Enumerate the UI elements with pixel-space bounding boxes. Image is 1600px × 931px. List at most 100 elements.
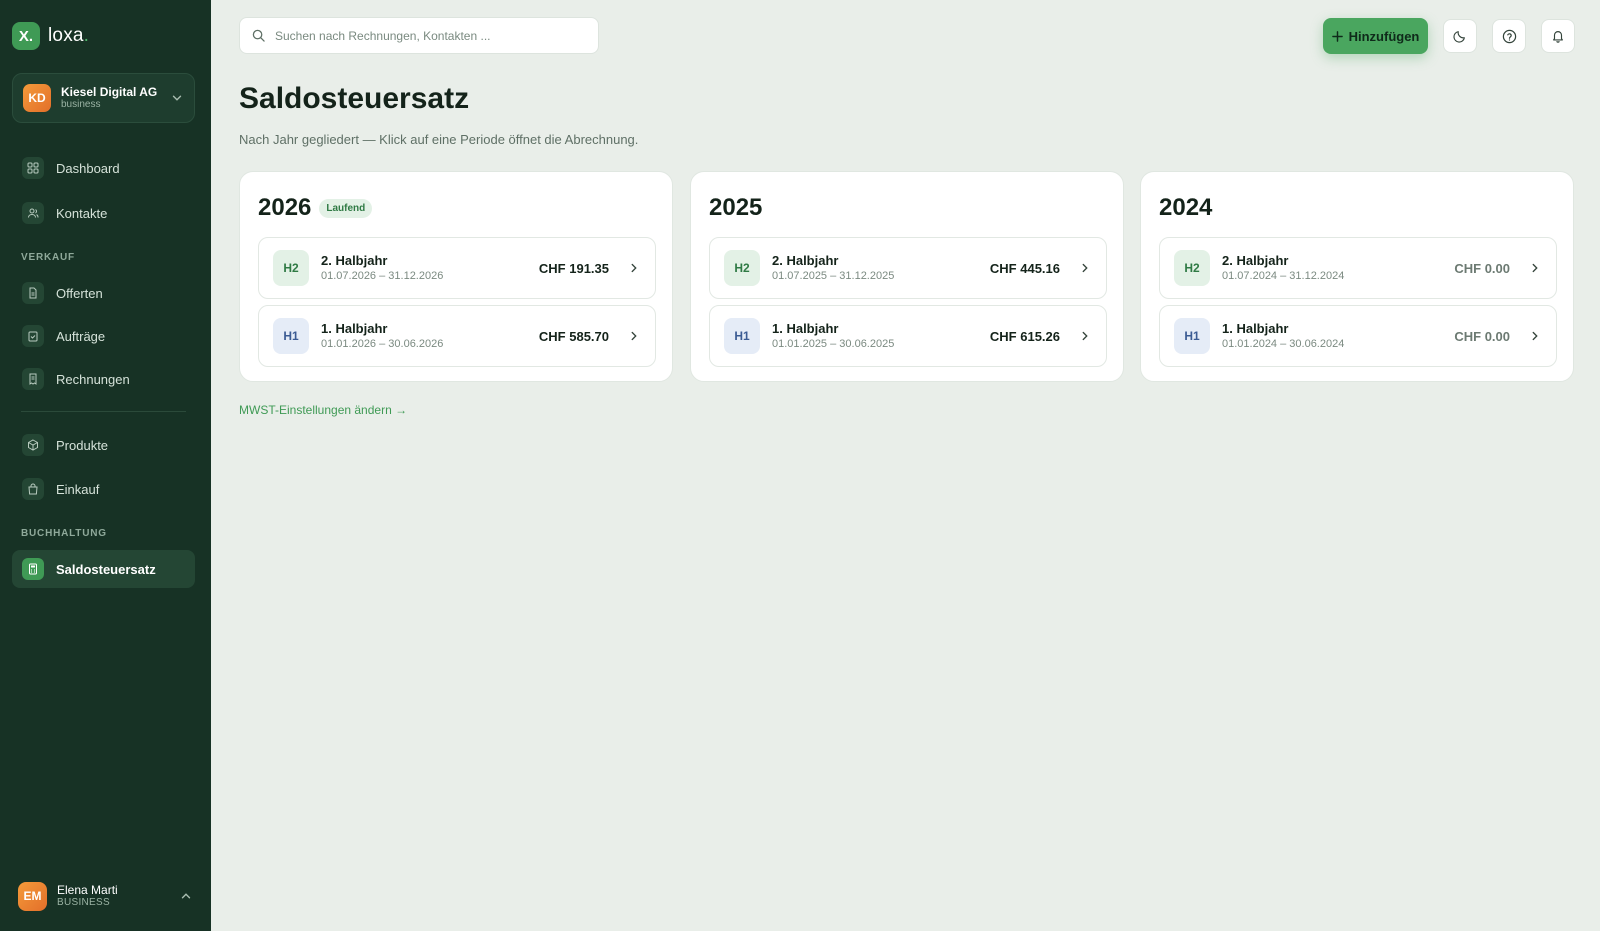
user-name: Elena Marti — [57, 882, 118, 897]
brand[interactable]: X. loxa. — [12, 22, 89, 50]
nav-item-dashboard[interactable]: Dashboard — [12, 149, 195, 187]
sidebar: X. loxa. KD Kiesel Digital AG business D… — [0, 0, 211, 931]
search-input[interactable] — [275, 28, 586, 43]
help-icon — [1502, 29, 1516, 43]
receipt-icon — [22, 368, 44, 390]
section-label-verkauf: VERKAUF — [21, 252, 75, 263]
period-range: 01.01.2025 – 30.06.2025 — [772, 338, 895, 351]
shopping-bag-icon — [22, 478, 44, 500]
org-switcher[interactable]: KD Kiesel Digital AG business — [12, 73, 195, 123]
nav-item-rechnungen[interactable]: Rechnungen — [12, 360, 195, 398]
add-button-label: Hinzufügen — [1348, 28, 1420, 44]
page-subtitle: Nach Jahr gegliedert — Klick auf eine Pe… — [239, 132, 639, 147]
nav-item-auftraege[interactable]: Aufträge — [12, 317, 195, 355]
nav-label-offerten: Offerten — [56, 285, 103, 301]
org-avatar: KD — [23, 84, 51, 112]
period-amount: CHF 0.00 — [1454, 260, 1510, 276]
period-name: 1. Halbjahr — [1222, 320, 1289, 336]
org-plan: business — [61, 99, 101, 111]
year-card-2024: 2024 H2 2. Halbjahr 01.07.2024 – 31.12.2… — [1140, 171, 1574, 382]
user-avatar: EM — [18, 881, 47, 911]
period-tag: H1 — [724, 318, 760, 354]
period-range: 01.01.2026 – 30.06.2026 — [321, 338, 444, 351]
period-tag: H2 — [1174, 250, 1210, 286]
period-name: 2. Halbjahr — [1222, 252, 1289, 268]
period-amount: CHF 615.26 — [989, 328, 1060, 344]
period-name: 1. Halbjahr — [321, 320, 388, 336]
notifications-button[interactable] — [1541, 19, 1575, 53]
nav-label-saldosteuersatz: Saldosteuersatz — [56, 561, 156, 577]
nav-item-einkauf[interactable]: Einkauf — [12, 470, 195, 508]
brand-dot: . — [83, 25, 90, 46]
nav-label-einkauf: Einkauf — [56, 481, 100, 497]
search-bar[interactable] — [239, 17, 599, 54]
chevron-right-icon — [1082, 331, 1088, 341]
document-icon — [22, 282, 44, 304]
period-amount: CHF 585.70 — [538, 328, 609, 344]
period-tag: H1 — [1174, 318, 1210, 354]
nav-label-produkte: Produkte — [56, 437, 109, 453]
period-range: 01.07.2024 – 31.12.2024 — [1222, 270, 1345, 283]
brand-name-text: loxa — [48, 25, 84, 46]
nav-item-offerten[interactable]: Offerten — [12, 274, 195, 312]
year-card-2026: 2026 Laufend H2 2. Halbjahr 01.07.2026 –… — [239, 171, 673, 382]
chevron-right-icon — [1532, 331, 1538, 341]
period-tag: H2 — [724, 250, 760, 286]
period-tag: H2 — [273, 250, 309, 286]
chevron-up-icon — [181, 893, 191, 899]
year-title: 2025 — [709, 194, 763, 221]
period-amount: CHF 191.35 — [538, 260, 609, 276]
theme-toggle-button[interactable] — [1443, 19, 1477, 53]
clipboard-check-icon — [22, 325, 44, 347]
nav-item-produkte[interactable]: Produkte — [12, 426, 195, 464]
period-amount: CHF 445.16 — [989, 260, 1060, 276]
period-row-h1-2024[interactable]: H1 1. Halbjahr 01.01.2024 – 30.06.2024 C… — [1159, 305, 1557, 367]
chevron-right-icon — [631, 331, 637, 341]
period-range: 01.07.2026 – 31.12.2026 — [321, 270, 444, 283]
page-title: Saldosteuersatz — [239, 82, 470, 115]
section-label-buchhaltung: BUCHHALTUNG — [21, 528, 107, 539]
user-role: BUSINESS — [57, 897, 110, 909]
nav-label-rechnungen: Rechnungen — [56, 371, 130, 387]
nav-label-dashboard: Dashboard — [56, 160, 120, 176]
period-range: 01.01.2024 – 30.06.2024 — [1222, 338, 1345, 351]
chevron-right-icon — [1082, 263, 1088, 273]
logo-icon: X. — [12, 22, 40, 50]
period-row-h1-2026[interactable]: H1 1. Halbjahr 01.01.2026 – 30.06.2026 C… — [258, 305, 656, 367]
mwst-settings-link[interactable]: MWST-Einstellungen ändern → — [239, 403, 407, 417]
help-button[interactable] — [1492, 19, 1526, 53]
chevron-down-icon — [172, 95, 182, 101]
year-card-2025: 2025 H2 2. Halbjahr 01.07.2025 – 31.12.2… — [690, 171, 1124, 382]
period-tag: H1 — [273, 318, 309, 354]
nav-label-auftraege: Aufträge — [56, 328, 106, 344]
period-name: 2. Halbjahr — [772, 252, 839, 268]
chevron-right-icon — [1532, 263, 1538, 273]
nav-item-saldosteuersatz[interactable]: Saldosteuersatz — [12, 550, 195, 588]
org-name: Kiesel Digital AG — [61, 84, 158, 99]
user-menu[interactable]: EM Elena Marti BUSINESS — [18, 880, 193, 912]
moon-icon — [1453, 31, 1465, 43]
status-badge: Laufend — [319, 198, 373, 218]
period-name: 2. Halbjahr — [321, 252, 388, 268]
plus-icon — [1331, 30, 1343, 42]
nav-divider — [21, 411, 186, 412]
search-icon — [252, 29, 265, 42]
year-title: 2026 — [258, 194, 312, 221]
bell-icon — [1553, 31, 1563, 43]
brand-name: loxa. — [48, 25, 89, 47]
period-name: 1. Halbjahr — [772, 320, 839, 336]
period-row-h2-2025[interactable]: H2 2. Halbjahr 01.07.2025 – 31.12.2025 C… — [709, 237, 1107, 299]
nav-item-kontakte[interactable]: Kontakte — [12, 194, 195, 232]
period-range: 01.07.2025 – 31.12.2025 — [772, 270, 895, 283]
period-amount: CHF 0.00 — [1454, 328, 1510, 344]
period-row-h2-2026[interactable]: H2 2. Halbjahr 01.07.2026 – 31.12.2026 C… — [258, 237, 656, 299]
users-icon — [22, 202, 44, 224]
chevron-right-icon — [631, 263, 637, 273]
add-button[interactable]: Hinzufügen — [1323, 18, 1428, 54]
period-row-h1-2025[interactable]: H1 1. Halbjahr 01.01.2025 – 30.06.2025 C… — [709, 305, 1107, 367]
year-title: 2024 — [1159, 194, 1213, 221]
period-row-h2-2024[interactable]: H2 2. Halbjahr 01.07.2024 – 31.12.2024 C… — [1159, 237, 1557, 299]
box-icon — [22, 434, 44, 456]
nav-label-kontakte: Kontakte — [56, 205, 108, 221]
calculator-icon — [22, 558, 44, 580]
